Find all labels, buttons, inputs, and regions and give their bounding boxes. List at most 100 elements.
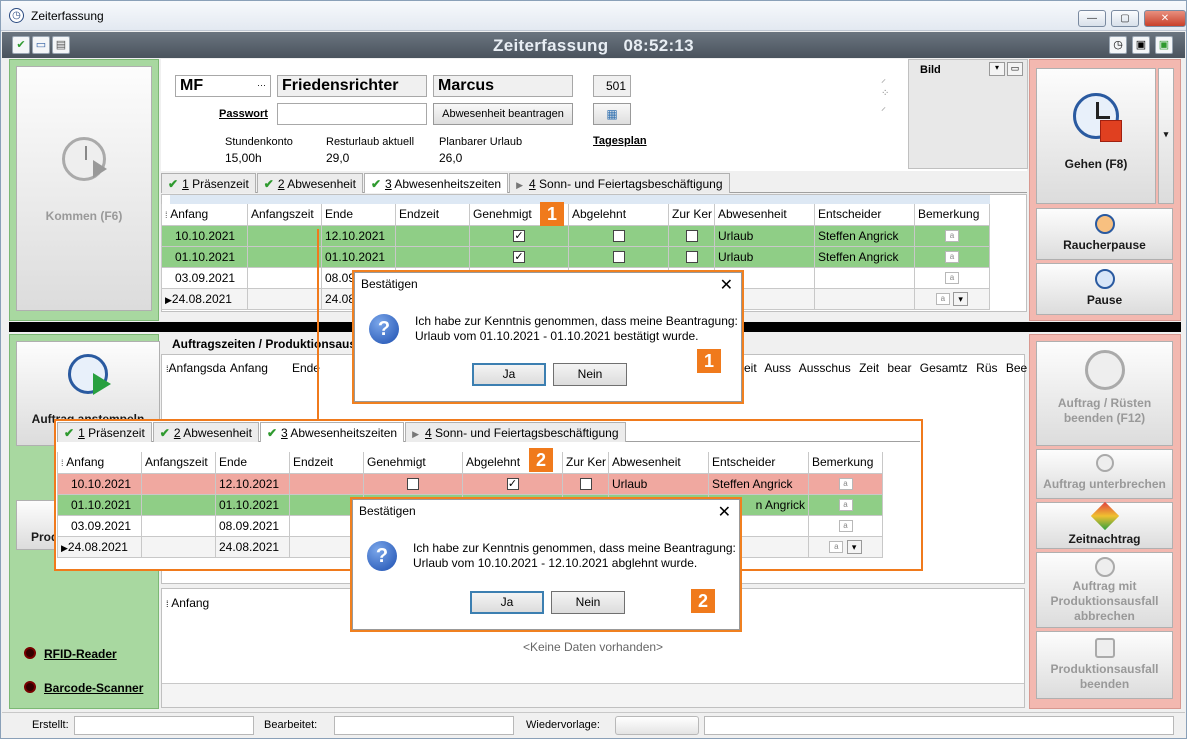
col-bemerkung[interactable]: Bemerkung: [914, 204, 990, 226]
tab-abwesenheit[interactable]: ✔ 2 Abwesenheit: [152, 422, 259, 442]
wiedervorlage-field[interactable]: [615, 716, 699, 735]
zur-kenntnis-checkbox[interactable]: [579, 478, 592, 491]
tab-abwesenheitszeiten[interactable]: ✔ 3 Abwesenheitszeiten: [363, 173, 509, 193]
zur-kenntnis-checkbox[interactable]: [685, 230, 698, 243]
stopwatch-stop-icon: [1084, 350, 1125, 390]
ellipsis-icon[interactable]: ···: [257, 77, 266, 93]
kommen-button[interactable]: Kommen (F6): [16, 66, 152, 311]
close-button[interactable]: ✕: [1144, 10, 1186, 27]
pause-button[interactable]: Pause: [1036, 263, 1173, 315]
note-icon[interactable]: a: [945, 230, 959, 243]
note-icon[interactable]: a: [838, 478, 853, 491]
raucherpause-button[interactable]: Raucherpause: [1036, 208, 1173, 260]
question-icon: ?: [369, 314, 399, 344]
col-bemerkung[interactable]: Bemerkung: [808, 452, 883, 474]
col-abwesenheit[interactable]: Abwesenheit: [714, 204, 815, 226]
maximize-button[interactable]: ▢: [1111, 10, 1139, 27]
password-label[interactable]: Passwort: [219, 108, 268, 120]
abgelehnt-checkbox[interactable]: ✓: [506, 478, 519, 491]
tab-sonn-feiertag[interactable]: ▶ 4 Sonn- und Feiertagsbeschäftigung: [509, 173, 730, 193]
col-anfangsdatum[interactable]: Anfangsda: [169, 361, 226, 375]
col-anfang[interactable]: ⁞ Anfang: [161, 204, 248, 226]
col-entscheider[interactable]: Entscheider: [708, 452, 809, 474]
col-anfangszeit[interactable]: Anfangszeit: [247, 204, 322, 226]
col-anfangszeit[interactable]: Anfangszeit: [141, 452, 216, 474]
photo-dropdown-icon[interactable]: ▾: [989, 62, 1005, 76]
dropdown-icon[interactable]: ▾: [953, 291, 969, 306]
cube-icon[interactable]: ▣: [1132, 36, 1150, 54]
cube-arrow-icon[interactable]: ▣: [1155, 36, 1173, 54]
barcode-scanner-link[interactable]: Barcode-Scanner: [44, 681, 143, 695]
table-row[interactable]: 10.10.2021 12.10.2021 ✓ Urlaub Steffen Ang…: [57, 472, 883, 495]
col-ende[interactable]: Ende: [321, 204, 396, 226]
col-abgelehnt[interactable]: Abgelehnt: [568, 204, 669, 226]
note-icon[interactable]: a: [838, 499, 853, 512]
bottom-scrollbar[interactable]: [162, 683, 1024, 707]
check-icon: ✔: [64, 426, 75, 440]
table-row[interactable]: 01.10.2021 01.10.2021 ✓ Urlaub Steffen Ang…: [161, 245, 990, 268]
check-icon: ✔: [370, 177, 381, 191]
col-zur-kenntnis[interactable]: Zur Ker: [668, 204, 715, 226]
zeitnachtrag-button[interactable]: Zeitnachtrag: [1036, 501, 1173, 549]
calendar-icon[interactable]: ▦: [593, 103, 631, 125]
gehen-button[interactable]: Gehen (F8): [1036, 68, 1156, 204]
rfid-reader-link[interactable]: RFID-Reader: [44, 647, 117, 661]
produktionsausfall-beenden-button[interactable]: Produktionsausfall beenden: [1036, 631, 1173, 699]
clock-play-icon: [62, 137, 107, 181]
tab-praesenzeit[interactable]: ✔ 1 Präsenzeit: [57, 422, 152, 442]
auftrag-produktionsausfall-button[interactable]: Auftrag mit Produktionsausfall abbrechen: [1036, 552, 1173, 628]
col-endzeit[interactable]: Endzeit: [289, 452, 364, 474]
gehen-dropdown[interactable]: ▾: [1158, 68, 1174, 204]
note-icon[interactable]: a: [945, 251, 959, 264]
col-ende[interactable]: Ende: [292, 361, 320, 375]
tab-abwesenheit[interactable]: ✔ 2 Abwesenheit: [256, 173, 363, 193]
col-genehmigt[interactable]: Genehmigt: [363, 452, 463, 474]
dialog2-yes-button[interactable]: Ja: [470, 591, 544, 614]
genehmigt-checkbox[interactable]: [407, 478, 419, 491]
note-icon[interactable]: a: [945, 272, 959, 285]
note-icon[interactable]: a: [935, 292, 950, 305]
tab-sonn-feiertag[interactable]: ▶ 4 Sonn- und Feiertagsbeschäftigung: [405, 422, 626, 442]
note-icon[interactable]: a: [829, 540, 844, 553]
abgelehnt-checkbox[interactable]: [612, 230, 625, 243]
col-abwesenheit[interactable]: Abwesenheit: [608, 452, 709, 474]
employee-code: MF: [180, 77, 204, 94]
abgelehnt-checkbox[interactable]: [612, 251, 625, 264]
abwesenheit-beantragen-button[interactable]: Abwesenheit beantragen: [433, 103, 573, 125]
dialog2-message: Ich habe zur Kenntnis genommen, dass mei…: [413, 541, 736, 570]
dialog1-close-icon[interactable]: ✕: [720, 275, 733, 295]
employee-panel: MF ··· Friedensrichter Marcus 501 Passwor…: [161, 59, 1028, 171]
col-anfang[interactable]: Anfang: [230, 361, 268, 375]
bottom-col-anfang[interactable]: ⁞ Anfang: [166, 596, 209, 610]
genehmigt-checkbox[interactable]: ✓: [513, 251, 525, 264]
dropdown-icon[interactable]: ▾: [846, 539, 862, 554]
auftrag-ruesten-beenden-button[interactable]: Auftrag / Rüsten beenden (F12): [1036, 341, 1173, 446]
signature-mark: ⸝ ⁘ ⸝: [881, 74, 890, 113]
col-anfang[interactable]: ⁞ Anfang: [57, 452, 142, 474]
zur-kenntnis-checkbox[interactable]: [685, 251, 698, 264]
col-ende[interactable]: Ende: [215, 452, 290, 474]
dialog1-no-button[interactable]: Nein: [553, 363, 627, 386]
password-input[interactable]: [277, 103, 427, 125]
col-zur-kenntnis[interactable]: Zur Ker: [562, 452, 609, 474]
note-icon[interactable]: a: [838, 520, 853, 533]
tab-praesenzeit[interactable]: ✔ 1 Präsenzeit: [161, 173, 256, 193]
interrupt-icon: [1095, 454, 1114, 472]
dialog2-no-button[interactable]: Nein: [551, 591, 625, 614]
row-pointer-icon: ▶: [165, 294, 172, 305]
produktion-button[interactable]: Prod: [16, 500, 58, 550]
genehmigt-checkbox[interactable]: ✓: [513, 230, 525, 243]
auftrag-unterbrechen-button[interactable]: Auftrag unterbrechen: [1036, 449, 1173, 499]
col-entscheider[interactable]: Entscheider: [814, 204, 915, 226]
employee-code-field[interactable]: MF ···: [175, 75, 271, 97]
table-row[interactable]: 10.10.2021 12.10.2021 ✓ Urlaub Steffen Ang…: [161, 224, 990, 247]
dialog2-close-icon[interactable]: ✕: [718, 502, 731, 522]
dialog1-yes-button[interactable]: Ja: [472, 363, 546, 386]
minimize-button[interactable]: —: [1078, 10, 1106, 27]
header-bar: ✔ ▭ ▤ Zeiterfassung 08:52:13 ◷ ▣ ▣: [2, 32, 1185, 58]
clock-icon[interactable]: ◷: [1109, 36, 1127, 54]
tagesplan-link[interactable]: Tagesplan: [593, 135, 647, 147]
tab-abwesenheitszeiten[interactable]: ✔ 3 Abwesenheitszeiten: [259, 422, 405, 442]
photo-window-icon[interactable]: ▭: [1007, 62, 1023, 76]
col-endzeit[interactable]: Endzeit: [395, 204, 470, 226]
